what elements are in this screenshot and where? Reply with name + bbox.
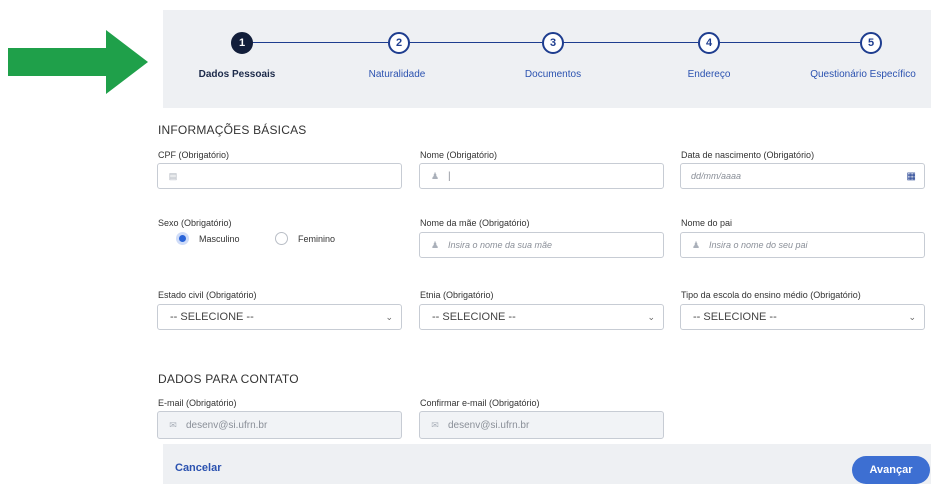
cpf-input[interactable]: ▤ <box>157 163 402 189</box>
mother-name-input[interactable]: ♟ Insira o nome da sua mãe <box>419 232 664 258</box>
ethnicity-select[interactable]: -- SELECIONE -- ⌄ <box>419 304 664 330</box>
father-name-label: Nome do pai <box>681 218 733 228</box>
section-title-contact: DADOS PARA CONTATO <box>158 372 299 386</box>
user-icon: ♟ <box>691 239 701 250</box>
confirm-email-label: Confirmar e-mail (Obrigatório) <box>420 398 540 408</box>
step-connector <box>408 42 542 43</box>
mother-name-label: Nome da mãe (Obrigatório) <box>420 218 530 228</box>
step-connector <box>251 42 388 43</box>
radio-feminino[interactable]: Feminino <box>275 232 335 245</box>
chevron-down-icon: ⌄ <box>908 311 916 322</box>
school-type-label: Tipo da escola do ensino médio (Obrigató… <box>681 290 861 300</box>
ethnicity-label: Etnia (Obrigatório) <box>420 290 494 300</box>
radio-feminino-label: Feminino <box>298 233 336 244</box>
step-4-label[interactable]: Endereço <box>688 69 731 80</box>
birth-date-input[interactable]: dd/mm/aaaa ▦ <box>680 163 925 189</box>
mail-icon: ✉ <box>169 419 177 430</box>
email-value: desenv@si.ufrn.br <box>186 419 268 431</box>
radio-checked-icon <box>176 232 189 245</box>
radio-masculino[interactable]: Masculino <box>176 232 240 245</box>
name-input-value: | <box>448 170 451 182</box>
step-2-circle[interactable]: 2 <box>388 32 410 54</box>
chevron-down-icon: ⌄ <box>385 311 393 322</box>
green-arrow-icon <box>8 30 148 94</box>
civil-status-value: -- SELECIONE -- <box>170 311 254 323</box>
user-icon: ♟ <box>430 239 440 250</box>
mother-name-placeholder: Insira o nome da sua mãe <box>448 240 553 250</box>
step-4-circle[interactable]: 4 <box>698 32 720 54</box>
civil-status-select[interactable]: -- SELECIONE -- ⌄ <box>157 304 402 330</box>
cpf-label: CPF (Obrigatório) <box>158 150 230 160</box>
id-card-icon: ▤ <box>168 170 178 181</box>
stepper <box>163 10 931 108</box>
birth-date-label: Data de nascimento (Obrigatório) <box>681 150 815 160</box>
school-type-value: -- SELECIONE -- <box>693 311 777 323</box>
footer-bar <box>163 444 931 484</box>
civil-status-label: Estado civil (Obrigatório) <box>158 290 257 300</box>
step-5-label[interactable]: Questionário Específico <box>810 69 916 80</box>
father-name-input[interactable]: ♟ Insira o nome do seu pai <box>680 232 925 258</box>
sex-label: Sexo (Obrigatório) <box>158 218 232 228</box>
chevron-down-icon: ⌄ <box>647 311 655 322</box>
name-label: Nome (Obrigatório) <box>420 150 498 160</box>
step-3-label[interactable]: Documentos <box>525 69 581 80</box>
father-name-placeholder: Insira o nome do seu pai <box>709 240 808 250</box>
step-3-circle[interactable]: 3 <box>542 32 564 54</box>
section-title-basic-info: INFORMAÇÕES BÁSICAS <box>158 123 307 137</box>
ethnicity-value: -- SELECIONE -- <box>432 311 516 323</box>
name-input[interactable]: ♟ | <box>419 163 664 189</box>
cancel-button[interactable]: Cancelar <box>175 462 221 474</box>
user-icon: ♟ <box>430 170 440 181</box>
step-1-label[interactable]: Dados Pessoais <box>199 69 276 80</box>
confirm-email-field[interactable]: ✉ desenv@si.ufrn.br <box>419 411 664 439</box>
mail-icon: ✉ <box>431 419 439 430</box>
step-1-circle[interactable]: 1 <box>231 32 253 54</box>
calendar-icon[interactable]: ▦ <box>907 171 916 182</box>
step-connector <box>562 42 698 43</box>
email-label: E-mail (Obrigatório) <box>158 398 237 408</box>
confirm-email-value: desenv@si.ufrn.br <box>448 419 530 431</box>
step-connector <box>718 42 860 43</box>
school-type-select[interactable]: -- SELECIONE -- ⌄ <box>680 304 925 330</box>
radio-masculino-label: Masculino <box>199 233 240 244</box>
advance-button[interactable]: Avançar <box>852 456 930 484</box>
birth-date-placeholder: dd/mm/aaaa <box>691 171 742 181</box>
email-field[interactable]: ✉ desenv@si.ufrn.br <box>157 411 402 439</box>
step-2-label[interactable]: Naturalidade <box>369 69 426 80</box>
step-5-circle[interactable]: 5 <box>860 32 882 54</box>
radio-unchecked-icon <box>275 232 288 245</box>
